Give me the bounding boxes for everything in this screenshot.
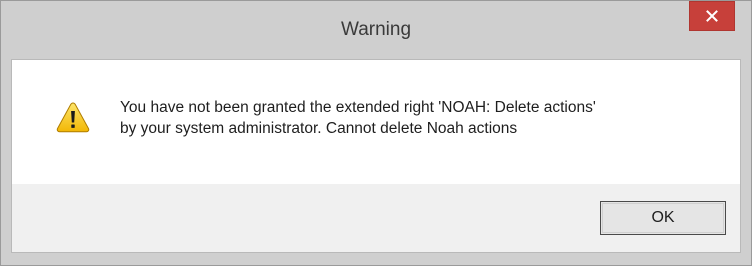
title-bar[interactable]: Warning <box>1 1 751 59</box>
ok-button[interactable]: OK <box>600 201 726 235</box>
message-line-2: by your system administrator. Cannot del… <box>120 120 518 137</box>
window-title: Warning <box>340 19 412 40</box>
close-button[interactable] <box>689 1 735 31</box>
warning-icon <box>56 102 90 133</box>
message-area: You have not been granted the extended r… <box>12 60 740 184</box>
warning-dialog: Warning You have not been granted the ex… <box>0 0 752 266</box>
close-icon <box>706 10 718 22</box>
message-line-1: You have not been granted the extended r… <box>120 99 596 116</box>
button-bar: OK <box>12 184 740 252</box>
message-text: You have not been granted the extended r… <box>120 97 720 139</box>
dialog-body: You have not been granted the extended r… <box>11 59 741 253</box>
